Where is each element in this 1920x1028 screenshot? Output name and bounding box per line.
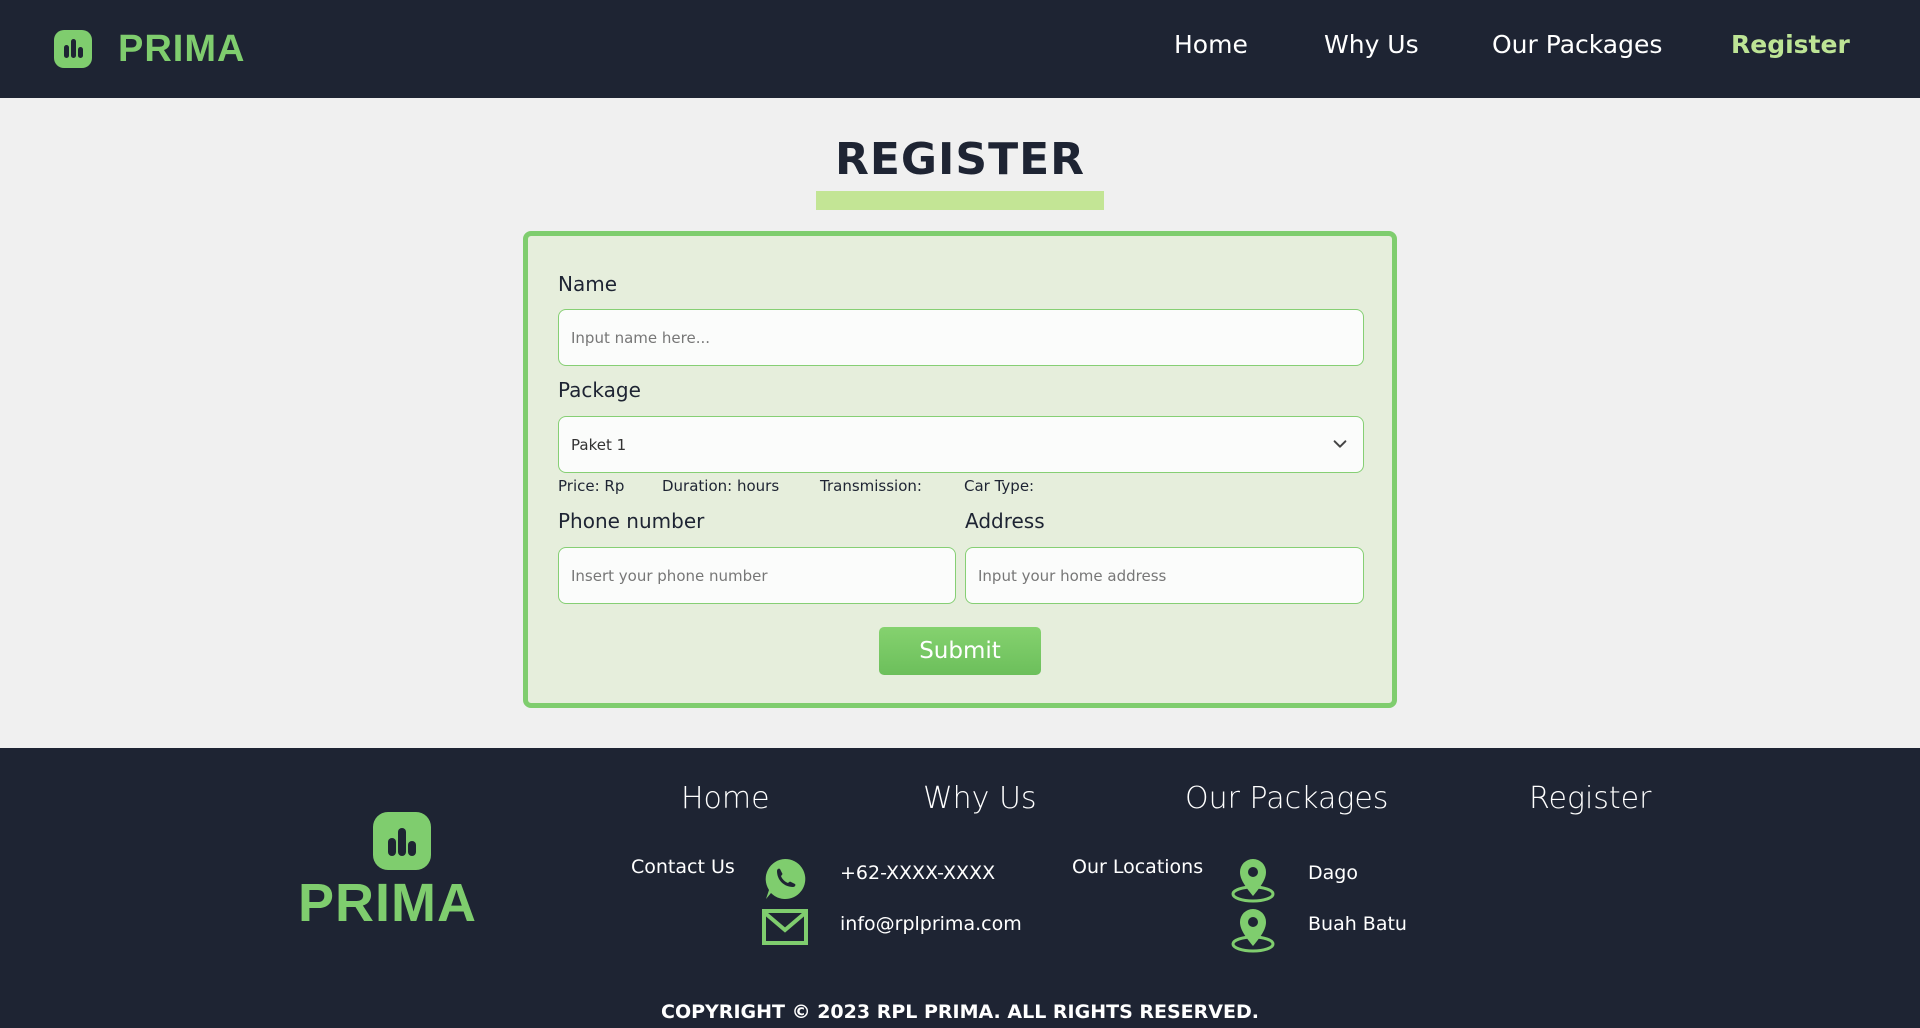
mail-icon bbox=[762, 909, 808, 945]
package-duration: Duration: hours bbox=[662, 477, 780, 495]
contact-email[interactable]: info@rplprima.com bbox=[840, 913, 1022, 935]
whatsapp-icon bbox=[765, 858, 806, 899]
our-locations-label: Our Locations bbox=[1072, 856, 1204, 878]
footer-nav-why-us[interactable]: Why Us bbox=[923, 781, 1037, 816]
address-input[interactable] bbox=[965, 547, 1364, 604]
package-car-type: Car Type: bbox=[964, 477, 1035, 495]
page-title: REGISTER bbox=[834, 134, 1086, 185]
title-underline bbox=[816, 191, 1104, 210]
package-select[interactable]: Paket 1 bbox=[558, 416, 1364, 473]
nav-why-us[interactable]: Why Us bbox=[1324, 30, 1419, 59]
contact-us-label: Contact Us bbox=[631, 856, 735, 878]
package-label: Package bbox=[558, 378, 641, 402]
footer-nav-our-packages[interactable]: Our Packages bbox=[1185, 781, 1388, 816]
site-header: PRIMA Home Why Us Our Packages Register bbox=[0, 0, 1920, 98]
phone-label: Phone number bbox=[558, 509, 705, 533]
footer-nav-register[interactable]: Register bbox=[1529, 781, 1651, 816]
site-footer: PRIMA Home Why Us Our Packages Register … bbox=[0, 748, 1920, 1028]
copyright-text: COPYRIGHT © 2023 RPL PRIMA. ALL RIGHTS R… bbox=[661, 1001, 1259, 1023]
map-pin-icon bbox=[1231, 859, 1275, 903]
phone-input[interactable] bbox=[558, 547, 956, 604]
nav-home[interactable]: Home bbox=[1174, 30, 1248, 59]
footer-brand-name: PRIMA bbox=[298, 873, 477, 933]
contact-phone[interactable]: +62-XXXX-XXXX bbox=[840, 862, 995, 884]
address-label: Address bbox=[965, 509, 1045, 533]
main-nav: Home Why Us Our Packages Register bbox=[0, 30, 1920, 70]
name-input[interactable] bbox=[558, 309, 1364, 366]
bar-chart-logo-icon bbox=[373, 812, 431, 870]
nav-register[interactable]: Register bbox=[1731, 30, 1850, 59]
location-dago[interactable]: Dago bbox=[1308, 862, 1358, 884]
package-transmission: Transmission: bbox=[820, 477, 922, 495]
map-pin-icon bbox=[1231, 909, 1275, 953]
package-selected-value: Paket 1 bbox=[571, 435, 627, 454]
name-label: Name bbox=[558, 272, 618, 296]
package-price: Price: Rp bbox=[558, 477, 625, 495]
register-form: Name Package Paket 1 Price: Rp Duration:… bbox=[523, 231, 1397, 708]
nav-our-packages[interactable]: Our Packages bbox=[1492, 30, 1662, 59]
chevron-down-icon bbox=[1333, 440, 1347, 448]
footer-nav-home[interactable]: Home bbox=[681, 781, 770, 816]
location-buah-batu[interactable]: Buah Batu bbox=[1308, 913, 1407, 935]
submit-button[interactable]: Submit bbox=[879, 627, 1041, 675]
